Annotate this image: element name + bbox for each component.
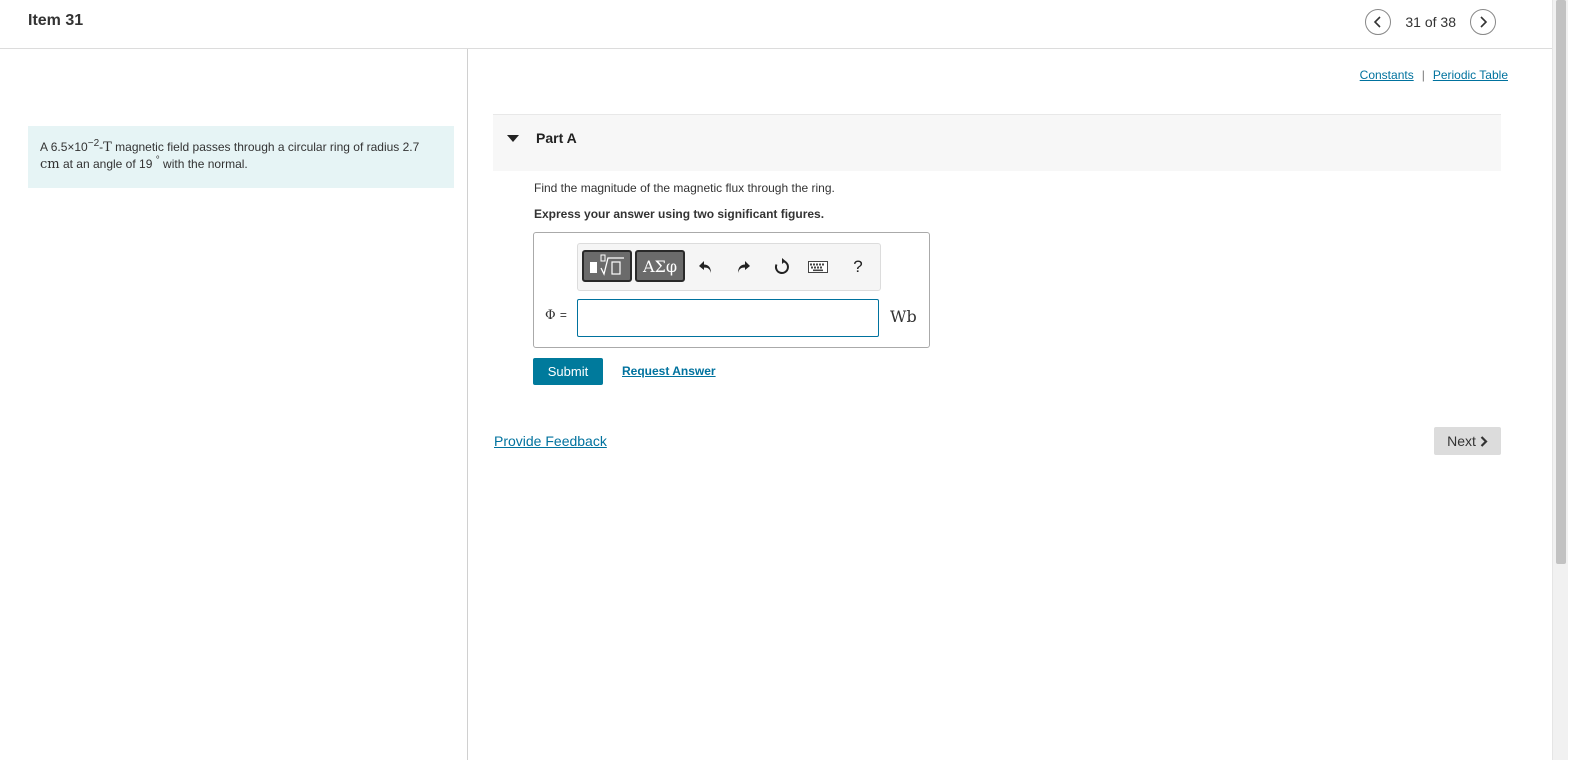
problem-text: A — [40, 140, 51, 154]
keyboard-button[interactable] — [808, 257, 828, 277]
next-label: Next — [1447, 433, 1476, 449]
scrollbar-thumb[interactable] — [1556, 0, 1566, 564]
answer-input[interactable] — [577, 299, 879, 337]
templates-icon — [590, 254, 624, 276]
next-button[interactable]: Next — [1434, 427, 1501, 455]
instruction-text: Express your answer using two significan… — [534, 207, 825, 221]
reference-links: Constants | Periodic Table — [1360, 68, 1508, 82]
item-navigation: 31 of 38 — [1365, 9, 1496, 35]
radius-value: 2.7 — [402, 140, 420, 154]
reset-icon — [774, 258, 789, 274]
chevron-right-icon — [1480, 16, 1488, 28]
request-answer-link[interactable]: Request Answer — [622, 364, 716, 378]
greek-symbols-icon: ΑΣφ — [642, 256, 678, 276]
angle-value: 19 — [139, 157, 153, 171]
part-a-header[interactable]: Part A — [493, 114, 1501, 171]
item-title: Item 31 — [28, 12, 84, 29]
chevron-left-icon — [1374, 16, 1381, 28]
templates-button[interactable] — [582, 250, 632, 282]
answer-label: Φ = — [545, 308, 567, 323]
constants-link[interactable]: Constants — [1360, 68, 1414, 82]
reset-button[interactable] — [772, 257, 792, 277]
previous-item-button[interactable] — [1365, 9, 1392, 35]
link-separator: | — [1421, 68, 1425, 82]
problem-statement: A 6.5×10−2-T magnetic field passes throu… — [28, 126, 454, 188]
part-title: Part A — [536, 130, 577, 146]
submit-button[interactable]: Submit — [533, 358, 603, 385]
page-scrollbar[interactable] — [1552, 0, 1568, 760]
flux-symbol: Φ — [545, 308, 556, 323]
answer-box: ΑΣφ ? Φ = Wb — [533, 232, 930, 348]
greek-symbols-button[interactable]: ΑΣφ — [635, 250, 685, 282]
help-button[interactable]: ? — [848, 257, 868, 277]
answer-unit: Wb — [890, 307, 917, 326]
redo-button[interactable] — [733, 257, 753, 277]
problem-text: at an angle of — [59, 157, 140, 171]
equals-sign: = — [559, 308, 567, 322]
math-toolbar: ΑΣφ ? — [577, 243, 881, 291]
periodic-table-link[interactable]: Periodic Table — [1433, 68, 1508, 82]
keyboard-icon — [808, 261, 828, 273]
problem-text: magnetic field passes through a circular… — [111, 140, 403, 154]
undo-button[interactable] — [696, 257, 716, 277]
field-exponent: −2 — [87, 138, 100, 149]
redo-icon — [738, 261, 750, 273]
field-value: 6.5×10 — [50, 140, 88, 154]
header-bar: Item 31 31 of 38 — [0, 0, 1552, 49]
provide-feedback-link[interactable]: Provide Feedback — [494, 433, 607, 449]
panel-divider — [467, 49, 468, 760]
next-item-button[interactable] — [1470, 9, 1496, 35]
question-text: Find the magnitude of the magnetic flux … — [534, 181, 835, 195]
field-unit: T — [103, 140, 112, 155]
undo-icon — [699, 261, 711, 273]
help-icon: ? — [853, 257, 863, 276]
radius-unit: cm — [40, 157, 60, 172]
problem-text: with the normal. — [159, 157, 248, 171]
item-counter: 31 of 38 — [1405, 14, 1456, 30]
chevron-right-icon — [1480, 435, 1488, 447]
collapse-caret-icon[interactable] — [507, 135, 519, 142]
